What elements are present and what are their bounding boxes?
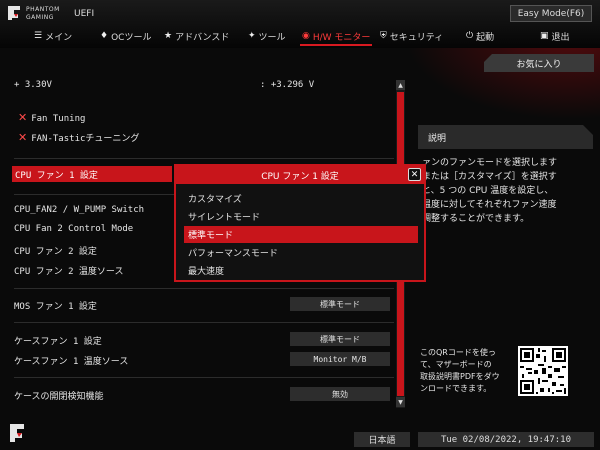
logo-text-uefi: UEFI xyxy=(74,9,95,19)
cpu-fan1-setting-row[interactable]: CPU ファン 1 設定 xyxy=(12,166,172,182)
qr-text-line: ンロードできます。 xyxy=(420,384,492,393)
logo-mark-icon xyxy=(8,6,20,20)
case-open-detect-row[interactable]: ケースの開閉検知機能 xyxy=(14,389,104,402)
case-fan1-temp-source-row[interactable]: ケースファン 1 温度ソース xyxy=(14,354,128,367)
option-standard-mode[interactable]: 標準モード xyxy=(184,226,418,243)
fan-tastic-item[interactable]: ✕ FAN-Tasticチューニング xyxy=(18,131,139,144)
cpu-fan2-temp-source-row[interactable]: CPU ファン 2 温度ソース xyxy=(14,264,123,277)
dialog-title: CPU ファン 1 設定 xyxy=(176,166,424,184)
tab-boot[interactable]: ⏻ 起動 xyxy=(466,27,494,45)
cpu-fan2-setting-row[interactable]: CPU ファン 2 設定 xyxy=(14,244,97,257)
qr-description: このQRコードを使っ て、マザーボードの 取扱説明書PDFをダウ ンロードできま… xyxy=(420,347,520,395)
tab-security-label: セキュリティ xyxy=(389,32,444,43)
tab-exit-label: 退出 xyxy=(551,32,570,43)
divider xyxy=(14,322,394,323)
menu-icon: ☰ xyxy=(34,31,43,41)
option-full-speed[interactable]: 最大速度 xyxy=(184,262,418,279)
logo-text-gaming: GAMING xyxy=(26,14,54,21)
tab-oc-tool-label: OCツール xyxy=(111,32,152,43)
easy-mode-button[interactable]: Easy Mode(F6) xyxy=(510,5,592,22)
description-line: ァンのファンモードを選択します xyxy=(422,158,558,168)
description-line: 温度に対してそれぞれファン速度 xyxy=(422,200,557,210)
description-header: 説明 xyxy=(418,125,593,149)
divider xyxy=(14,377,394,378)
cpu-fan2-wpump-switch-row[interactable]: CPU_FAN2 / W_PUMP Switch xyxy=(14,205,144,215)
flame-icon: ♦ xyxy=(100,31,109,41)
fan-tool-icon: ✕ xyxy=(18,131,28,144)
option-silent-mode[interactable]: サイレントモード xyxy=(184,208,418,225)
phantom-gaming-footer-logo xyxy=(10,424,24,442)
tab-main[interactable]: ☰ メイン xyxy=(34,27,72,45)
fan-mode-dialog: CPU ファン 1 設定 ✕ カスタマイズ サイレントモード 標準モード パフォ… xyxy=(174,164,426,282)
case-fan1-setting-row[interactable]: ケースファン 1 設定 xyxy=(14,334,102,347)
case-fan1-value[interactable]: 標準モード xyxy=(290,332,390,346)
power-icon: ⏻ xyxy=(466,31,474,41)
star-icon: ★ xyxy=(164,31,173,41)
voltage-3v3-label: + 3.30V xyxy=(14,80,52,90)
description-line: または［カスタマイズ］を選択す xyxy=(422,172,557,182)
datetime-display: Tue 02/08/2022, 19:47:10 xyxy=(418,432,594,447)
divider xyxy=(14,158,394,159)
mos-fan1-value[interactable]: 標準モード xyxy=(290,297,390,311)
tab-tool[interactable]: ✦ ツール xyxy=(248,27,286,45)
scroll-down-arrow-icon[interactable]: ▼ xyxy=(396,397,405,407)
scroll-up-arrow-icon[interactable]: ▲ xyxy=(396,80,405,90)
divider xyxy=(14,288,394,289)
favorites-button[interactable]: お気に入り xyxy=(484,54,594,72)
logo-text-phantom: PHANTOM xyxy=(26,6,60,13)
shield-icon: ⛨ xyxy=(380,31,387,41)
header-bar: PHANTOM GAMING UEFI Easy Mode(F6) ☰ メイン … xyxy=(0,0,600,48)
fan-tuning-label: Fan Tuning xyxy=(31,114,86,124)
tab-advanced[interactable]: ★ アドバンスド xyxy=(164,27,229,45)
description-line: 調整することができます。 xyxy=(422,214,530,224)
qr-code-icon xyxy=(518,346,568,396)
tab-security[interactable]: ⛨ セキュリティ xyxy=(380,27,443,45)
phantom-gaming-logo: PHANTOM GAMING UEFI xyxy=(6,4,96,26)
qr-text-line: 取扱説明書PDFをダウ xyxy=(420,372,500,381)
tab-hw-monitor-label: H/W モニター xyxy=(312,32,371,43)
tab-exit[interactable]: ▣ 退出 xyxy=(540,27,570,45)
tab-tool-label: ツール xyxy=(258,32,286,43)
monitor-icon: ◉ xyxy=(302,31,310,41)
mos-fan1-setting-row[interactable]: MOS ファン 1 設定 xyxy=(14,299,97,312)
active-tab-indicator xyxy=(300,44,372,46)
option-customize[interactable]: カスタマイズ xyxy=(184,190,418,207)
fan-tastic-label: FAN-Tasticチューニング xyxy=(31,134,140,144)
cpu-fan2-control-mode-row[interactable]: CPU Fan 2 Control Mode xyxy=(14,224,133,234)
description-text: ァンのファンモードを選択します または［カスタマイズ］を選択す と、5 つの C… xyxy=(422,156,594,226)
exit-icon: ▣ xyxy=(540,31,549,41)
option-performance-mode[interactable]: パフォーマンスモード xyxy=(184,244,418,261)
tab-boot-label: 起動 xyxy=(476,32,495,43)
wrench-icon: ✦ xyxy=(248,31,256,41)
tab-main-label: メイン xyxy=(45,32,73,43)
tab-hw-monitor[interactable]: ◉ H/W モニター xyxy=(302,27,370,45)
voltage-3v3-value: : +3.296 V xyxy=(260,80,315,90)
tab-advanced-label: アドバンスド xyxy=(175,32,230,43)
language-button[interactable]: 日本語 xyxy=(354,432,410,447)
fan-tuning-item[interactable]: ✕ Fan Tuning xyxy=(18,111,85,124)
qr-text-line: このQRコードを使っ xyxy=(420,348,496,357)
case-open-detect-value[interactable]: 無効 xyxy=(290,387,390,401)
fan-tool-icon: ✕ xyxy=(18,111,28,124)
tab-oc-tool[interactable]: ♦ OCツール xyxy=(100,27,151,45)
case-fan1-temp-source-value[interactable]: Monitor M/B xyxy=(290,352,390,366)
close-icon[interactable]: ✕ xyxy=(408,168,421,181)
description-line: と、5 つの CPU 温度を設定し、 xyxy=(422,186,554,196)
qr-text-line: て、マザーボードの xyxy=(420,360,492,369)
main-nav: ☰ メイン ♦ OCツール ★ アドバンスド ✦ ツール ◉ H/W モニター … xyxy=(0,27,600,45)
